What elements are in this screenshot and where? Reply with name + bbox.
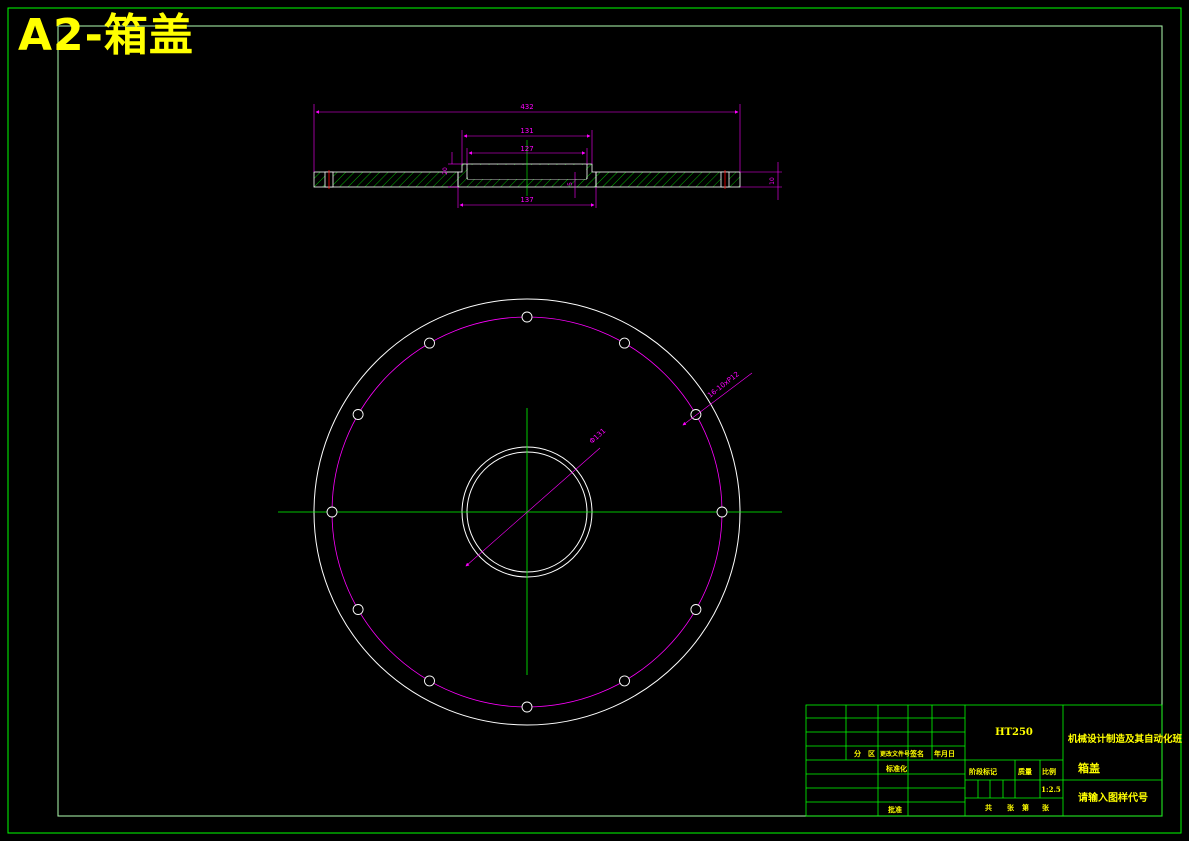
bolt-hole (619, 675, 630, 687)
bolt-hole (521, 311, 533, 323)
tb-approve: 批准 (888, 805, 902, 814)
outer-sheet-border (7, 7, 1182, 834)
tb-sheets1: 张 (1007, 803, 1015, 812)
tb-header-date: 年月日 (934, 749, 955, 758)
section-right-wing (595, 171, 741, 188)
dim-hole-pattern: 16-10xP12 (706, 370, 741, 399)
dim-bottom-width: 137 (520, 196, 533, 204)
tb-standardize: 标准化 (885, 764, 907, 773)
bolt-hole (521, 701, 533, 713)
tb-scale: 1:2.5 (1041, 785, 1061, 794)
tb-ratio: 比例 (1042, 767, 1056, 776)
bolt-hole (326, 506, 338, 518)
tb-no: 第 (1022, 803, 1029, 812)
dim-upper-width: 131 (520, 127, 533, 135)
tb-part-name: 箱盖 (1078, 761, 1100, 775)
dim-recess-depth: 5 (567, 182, 574, 186)
bolt-hole (424, 337, 435, 349)
section-view: 432 131 127 137 20 10 5 (313, 103, 782, 208)
dim-step-height: 20 (442, 167, 449, 175)
tb-mass: 质量 (1018, 767, 1032, 776)
dim-plate-thickness: 10 (769, 177, 776, 185)
tb-header-change-doc: 更改文件号 (880, 750, 910, 758)
tb-header-sign: 签名 (909, 749, 924, 758)
tb-drawing-no: 请输入图样代号 (1078, 791, 1148, 804)
tb-sheets2: 张 (1042, 803, 1050, 812)
bolt-hole (352, 409, 364, 420)
bolt-hole (690, 604, 702, 615)
bolt-hole (424, 675, 435, 687)
tb-header-zone1: 分 (854, 749, 861, 758)
plan-view: Φ131 16-10xP12 (278, 298, 782, 726)
dim-overall-width: 432 (520, 103, 533, 111)
dim-center-diameter: Φ131 (588, 427, 607, 446)
tb-material: HT250 (995, 727, 1033, 738)
bolt-hole (352, 604, 364, 615)
bolt-hole (619, 337, 630, 349)
dim-inner-width: 127 (520, 145, 533, 153)
bolt-hole (716, 506, 728, 518)
inner-drawing-frame (57, 25, 1163, 817)
title-block-text: HT250 机械设计制造及其自动化班 箱盖 请输入图样代号 1:2.5 分 区 … (854, 727, 1183, 814)
cad-drawing-canvas: 432 131 127 137 20 10 5 Φ131 16-10xP12 H… (7, 7, 1183, 834)
tb-total: 共 (985, 803, 992, 812)
tb-school: 机械设计制造及其自动化班 (1068, 733, 1183, 745)
inner-frame-green (57, 25, 1163, 817)
section-left-wing (313, 171, 459, 188)
sheet-title: A2-箱盖 (18, 10, 194, 61)
tb-header-zone2: 区 (868, 749, 875, 758)
tb-stage-mark: 阶段标记 (969, 767, 997, 776)
